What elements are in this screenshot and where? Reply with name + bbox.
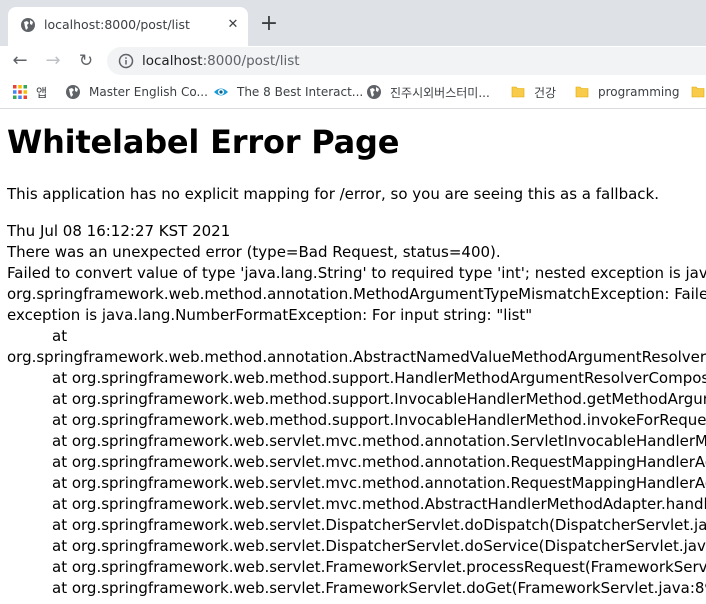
error-timestamp: Thu Jul 08 16:12:27 KST 2021 bbox=[7, 222, 231, 240]
stack-trace-line: at org.springframework.web.servlet.Frame… bbox=[52, 558, 706, 576]
bookmark-8-best[interactable]: The 8 Best Interact... bbox=[213, 83, 363, 101]
bookmark-folder-programming[interactable]: programming bbox=[574, 83, 679, 101]
globe-icon bbox=[367, 85, 381, 99]
bookmark-bus-terminal[interactable]: 진주시외버스터미... bbox=[366, 83, 490, 101]
stack-trace-line: at bbox=[52, 327, 72, 345]
bookmark-label: 진주시외버스터미... bbox=[390, 85, 490, 100]
bookmark-master-english[interactable]: Master English Co... bbox=[65, 83, 208, 101]
page-content: Whitelabel Error Page This application h… bbox=[7, 109, 706, 604]
eye-icon bbox=[214, 88, 228, 96]
stack-trace: Failed to convert value of type 'java.la… bbox=[7, 263, 706, 599]
folder-icon bbox=[691, 86, 705, 98]
tab-active[interactable]: localhost:8000/post/list ✕ bbox=[8, 7, 248, 46]
url-host: localhost bbox=[142, 53, 203, 69]
stack-trace-line: at org.springframework.web.servlet.Dispa… bbox=[52, 516, 706, 534]
bookmark-label: 건강 bbox=[534, 85, 557, 100]
url-text[interactable]: localhost:8000/post/list bbox=[142, 53, 300, 69]
folder-icon bbox=[511, 86, 525, 98]
address-bar[interactable]: localhost:8000/post/list bbox=[107, 47, 706, 75]
error-summary: There was an unexpected error (type=Bad … bbox=[7, 243, 501, 261]
bookmark-folder-health[interactable]: 건강 bbox=[510, 83, 556, 101]
bookmark-folder-overflow[interactable] bbox=[690, 83, 706, 101]
bookmark-label: Master English Co... bbox=[89, 85, 208, 99]
error-details: Thu Jul 08 16:12:27 KST 2021 There was an… bbox=[7, 221, 706, 599]
url-path: :8000/post/list bbox=[202, 53, 300, 69]
stack-trace-line: org.springframework.web.method.annotatio… bbox=[7, 285, 706, 303]
page-title: Whitelabel Error Page bbox=[7, 123, 400, 161]
stack-trace-line: Failed to convert value of type 'java.la… bbox=[7, 264, 706, 282]
stack-trace-line: at org.springframework.web.method.suppor… bbox=[52, 390, 706, 408]
reload-button[interactable]: ↻ bbox=[75, 50, 97, 72]
stack-trace-line: at org.springframework.web.method.suppor… bbox=[52, 369, 706, 387]
stack-trace-line: at org.springframework.web.method.suppor… bbox=[52, 411, 706, 429]
folder-icon bbox=[575, 86, 589, 98]
stack-trace-line: org.springframework.web.method.annotatio… bbox=[7, 348, 706, 366]
bookmark-label: programming bbox=[598, 85, 680, 99]
tab-title: localhost:8000/post/list bbox=[44, 17, 190, 32]
stack-trace-line: at org.springframework.web.servlet.mvc.m… bbox=[52, 474, 706, 492]
info-icon[interactable] bbox=[118, 53, 134, 69]
stack-trace-line: at org.springframework.web.servlet.mvc.m… bbox=[52, 432, 706, 450]
stack-trace-line: at org.springframework.web.servlet.Frame… bbox=[52, 579, 706, 597]
bookmark-label: The 8 Best Interact... bbox=[237, 85, 364, 99]
bookmark-label: 앱 bbox=[36, 85, 48, 100]
apps-grid-icon bbox=[13, 85, 27, 99]
back-button[interactable]: ← bbox=[9, 50, 31, 72]
stack-trace-line: at org.springframework.web.servlet.mvc.m… bbox=[52, 453, 706, 471]
stack-trace-line: at org.springframework.web.servlet.mvc.m… bbox=[52, 495, 706, 513]
browser-toolbar: ← → ↻ localhost:8000/post/list bbox=[0, 46, 706, 76]
bookmark-apps[interactable]: 앱 bbox=[12, 83, 47, 101]
forward-button[interactable]: → bbox=[42, 50, 64, 72]
new-tab-button[interactable]: + bbox=[258, 13, 280, 36]
bookmarks-bar: 앱 Master English Co... The 8 Best Intera… bbox=[0, 76, 706, 109]
tab-strip: localhost:8000/post/list ✕ + bbox=[0, 0, 706, 46]
globe-icon bbox=[21, 18, 35, 32]
close-icon[interactable]: ✕ bbox=[224, 16, 242, 34]
error-description: This application has no explicit mapping… bbox=[7, 185, 659, 203]
stack-trace-line: at org.springframework.web.servlet.Dispa… bbox=[52, 537, 706, 555]
stack-trace-line: exception is java.lang.NumberFormatExcep… bbox=[7, 306, 533, 324]
globe-icon bbox=[66, 85, 80, 99]
